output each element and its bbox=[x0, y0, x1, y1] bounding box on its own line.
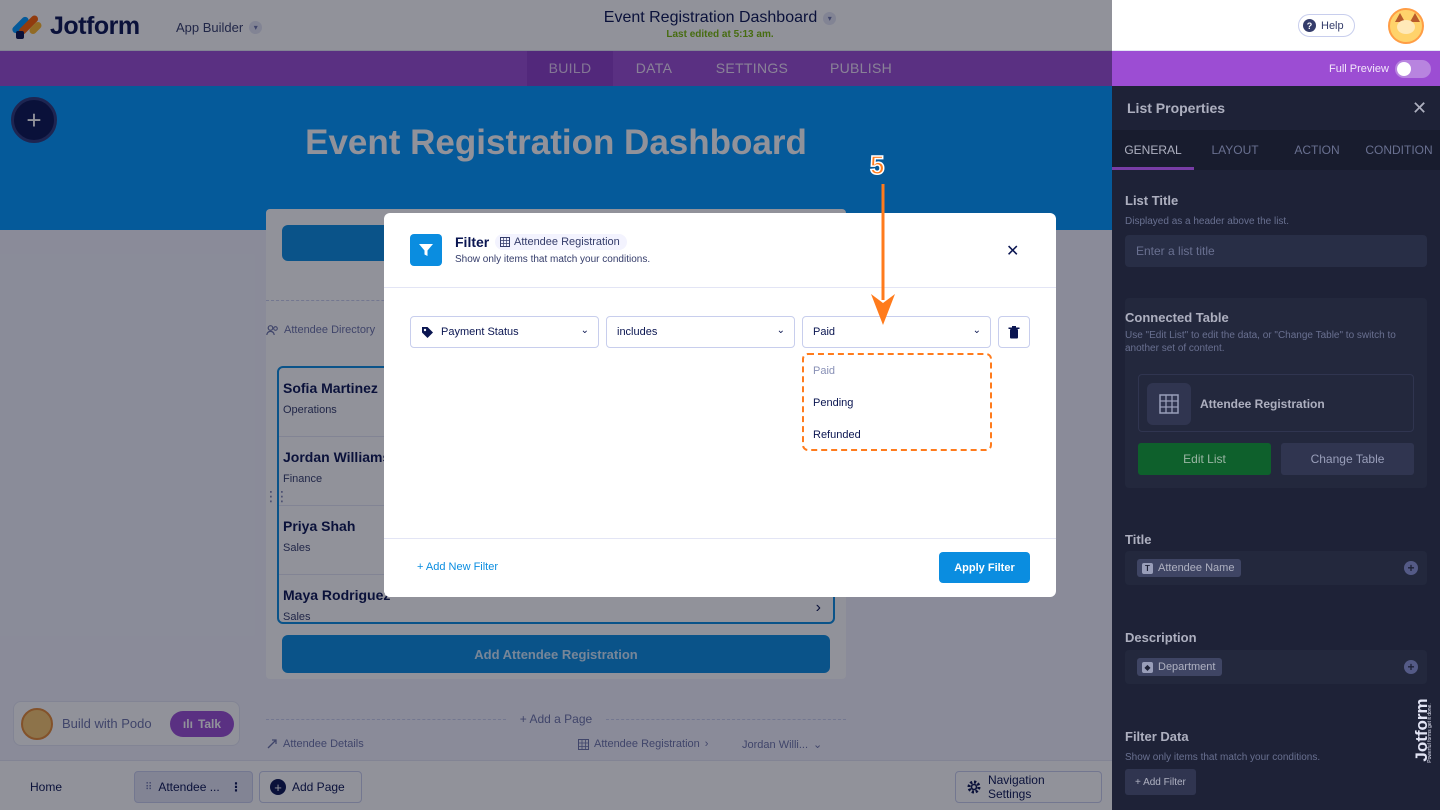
delete-filter-button[interactable] bbox=[998, 316, 1030, 348]
modal-title: Filter bbox=[455, 234, 490, 250]
operator-select[interactable]: includes ⌄ bbox=[606, 316, 795, 348]
field-select-value: Payment Status bbox=[441, 326, 519, 338]
field-select[interactable]: Payment Status ⌄ bbox=[410, 316, 599, 348]
add-new-filter-button[interactable]: + Add New Filter bbox=[417, 561, 498, 573]
close-icon[interactable]: ✕ bbox=[1006, 241, 1019, 261]
value-dropdown-menu: Paid Pending Refunded bbox=[802, 353, 992, 451]
panel-dim bbox=[1112, 86, 1440, 810]
filter-modal: Filter Attendee Registration Show only i… bbox=[384, 213, 1056, 597]
brand-tagline: Powerful forms get it done. bbox=[1427, 703, 1433, 763]
dropdown-option-refunded[interactable]: Refunded bbox=[813, 429, 861, 441]
divider bbox=[384, 287, 1056, 288]
chevron-down-icon: ⌄ bbox=[580, 325, 589, 336]
table-icon bbox=[500, 237, 510, 247]
help-label: Help bbox=[1321, 19, 1344, 32]
full-preview-toggle[interactable] bbox=[1395, 60, 1431, 78]
step-number-annotation: 5 bbox=[869, 149, 885, 181]
annotation-arrow-icon bbox=[871, 184, 895, 325]
user-avatar[interactable] bbox=[1388, 8, 1424, 44]
tag-icon bbox=[422, 327, 433, 338]
value-select-value: Paid bbox=[813, 326, 836, 338]
modal-subtitle: Show only items that match your conditio… bbox=[455, 254, 651, 265]
table-tag-name: Attendee Registration bbox=[514, 236, 620, 248]
chevron-down-icon: ⌄ bbox=[776, 325, 785, 336]
dropdown-option-paid[interactable]: Paid bbox=[813, 365, 835, 377]
trash-icon bbox=[1008, 325, 1020, 338]
apply-filter-button[interactable]: Apply Filter bbox=[939, 552, 1030, 583]
operator-select-value: includes bbox=[617, 326, 658, 338]
full-preview-label: Full Preview bbox=[1329, 63, 1389, 75]
value-select[interactable]: Paid ⌄ bbox=[802, 316, 991, 348]
jotform-vertical-brand: Jotform Powerful forms get it done. bbox=[1408, 690, 1436, 790]
table-tag: Attendee Registration bbox=[495, 234, 627, 250]
filter-icon bbox=[410, 234, 442, 266]
chevron-down-icon: ⌄ bbox=[972, 325, 981, 336]
dropdown-option-pending[interactable]: Pending bbox=[813, 397, 853, 409]
question-icon: ? bbox=[1303, 19, 1316, 32]
divider bbox=[384, 538, 1056, 539]
help-button[interactable]: ? Help bbox=[1298, 14, 1355, 37]
